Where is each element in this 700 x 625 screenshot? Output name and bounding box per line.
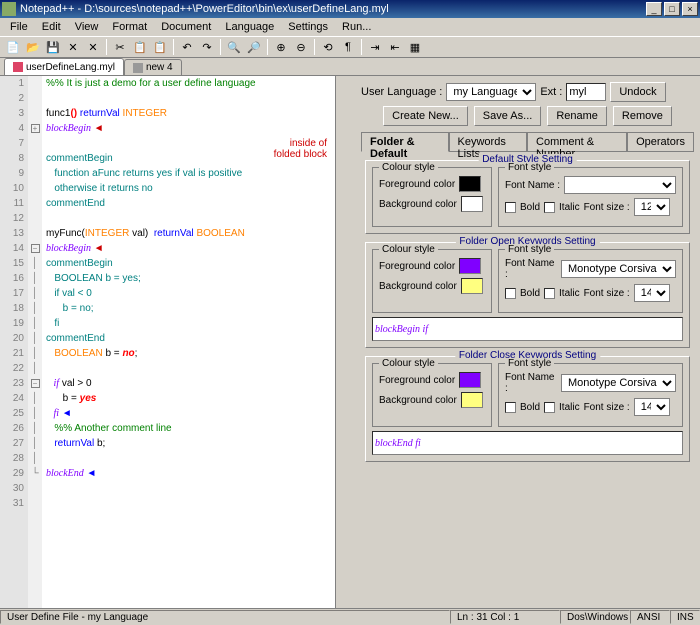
rename-button[interactable]: Rename bbox=[547, 106, 607, 126]
document-tabs: userDefineLang.myl new 4 bbox=[0, 58, 700, 76]
file-icon bbox=[133, 63, 143, 73]
fg-color-swatch[interactable] bbox=[459, 372, 481, 388]
close-button[interactable]: × bbox=[682, 2, 698, 16]
menu-view[interactable]: View bbox=[69, 19, 105, 35]
ext-input[interactable] bbox=[566, 83, 606, 101]
wrap-icon[interactable]: ¶ bbox=[339, 38, 357, 56]
find-icon[interactable]: 🔍 bbox=[225, 38, 243, 56]
bold-checkbox[interactable] bbox=[505, 402, 516, 413]
tab-comment[interactable]: Comment & Number bbox=[527, 132, 627, 151]
font-size-select[interactable]: 14 bbox=[634, 284, 670, 302]
tab-new4[interactable]: new 4 bbox=[124, 59, 182, 75]
fg-color-swatch[interactable] bbox=[459, 258, 481, 274]
menu-document[interactable]: Document bbox=[155, 19, 217, 35]
folder-close-group: Folder Close Keywords Setting Colour sty… bbox=[365, 356, 690, 462]
code-area[interactable]: %% It is just a demo for a user define l… bbox=[42, 76, 335, 608]
file-icon bbox=[13, 62, 23, 72]
menu-run[interactable]: Run... bbox=[336, 19, 377, 35]
vertical-scrollbar[interactable] bbox=[335, 76, 351, 608]
italic-checkbox[interactable] bbox=[544, 402, 555, 413]
paste-icon[interactable]: 📋 bbox=[151, 38, 169, 56]
menu-file[interactable]: File bbox=[4, 19, 34, 35]
tab-operators[interactable]: Operators bbox=[627, 132, 694, 151]
undock-button[interactable]: Undock bbox=[610, 82, 665, 102]
remove-button[interactable]: Remove bbox=[613, 106, 672, 126]
status-eol: Dos\Windows bbox=[560, 610, 630, 624]
menu-format[interactable]: Format bbox=[106, 19, 153, 35]
bold-checkbox[interactable] bbox=[505, 202, 516, 213]
font-name-select[interactable]: Monotype Corsiva bbox=[561, 374, 676, 392]
tab-folder-default[interactable]: Folder & Default bbox=[361, 132, 449, 152]
default-style-group: Default Style Setting Colour style Foreg… bbox=[365, 160, 690, 234]
tab-userdefinelang[interactable]: userDefineLang.myl bbox=[4, 58, 124, 75]
window-title: Notepad++ - D:\sources\notepad++\PowerEd… bbox=[20, 3, 644, 15]
sync-icon[interactable]: ⟲ bbox=[319, 38, 337, 56]
bg-color-swatch[interactable] bbox=[461, 392, 483, 408]
menu-bar: File Edit View Format Document Language … bbox=[0, 18, 700, 36]
language-select[interactable]: my Language bbox=[446, 83, 536, 101]
line-numbers: 1234789101112131415161718192021222324252… bbox=[0, 76, 28, 608]
zoomout-icon[interactable]: ⊖ bbox=[292, 38, 310, 56]
menu-edit[interactable]: Edit bbox=[36, 19, 67, 35]
open-keywords-input[interactable] bbox=[372, 317, 683, 341]
app-icon bbox=[2, 2, 16, 16]
menu-language[interactable]: Language bbox=[219, 19, 280, 35]
bold-checkbox[interactable] bbox=[505, 288, 516, 299]
save-icon[interactable]: 💾 bbox=[44, 38, 62, 56]
close-keywords-input[interactable] bbox=[372, 431, 683, 455]
status-position: Ln : 31 Col : 1 bbox=[450, 610, 560, 624]
userlang-icon[interactable]: ▦ bbox=[406, 38, 424, 56]
close-icon[interactable]: ✕ bbox=[64, 38, 82, 56]
copy-icon[interactable]: 📋 bbox=[131, 38, 149, 56]
tab-label: userDefineLang.myl bbox=[26, 62, 115, 73]
fg-color-swatch[interactable] bbox=[459, 176, 481, 192]
undo-icon[interactable]: ↶ bbox=[178, 38, 196, 56]
minimize-button[interactable]: _ bbox=[646, 2, 662, 16]
tab-label: new 4 bbox=[146, 62, 173, 73]
zoomin-icon[interactable]: ⊕ bbox=[272, 38, 290, 56]
closeall-icon[interactable]: ✕ bbox=[84, 38, 102, 56]
create-new-button[interactable]: Create New... bbox=[383, 106, 468, 126]
code-editor[interactable]: 1234789101112131415161718192021222324252… bbox=[0, 76, 355, 608]
italic-checkbox[interactable] bbox=[544, 202, 555, 213]
title-bar: Notepad++ - D:\sources\notepad++\PowerEd… bbox=[0, 0, 700, 18]
italic-checkbox[interactable] bbox=[544, 288, 555, 299]
status-mode: INS bbox=[670, 610, 700, 624]
font-size-select[interactable]: 14 bbox=[634, 398, 670, 416]
save-as-button[interactable]: Save As... bbox=[474, 106, 542, 126]
font-size-select[interactable]: 12 bbox=[634, 198, 670, 216]
folder-open-group: Folder Open Keywords Setting Colour styl… bbox=[365, 242, 690, 348]
annotation: inside offolded block bbox=[274, 138, 327, 160]
toolbar: 📄 📂 💾 ✕ ✕ ✂ 📋 📋 ↶ ↷ 🔍 🔎 ⊕ ⊖ ⟲ ¶ ⇥ ⇤ ▦ bbox=[0, 36, 700, 58]
status-bar: User Define File - my Language Ln : 31 C… bbox=[0, 608, 700, 624]
fold-margin[interactable]: +−││││││││−│││││└ bbox=[28, 76, 42, 608]
indent-icon[interactable]: ⇥ bbox=[366, 38, 384, 56]
bg-color-swatch[interactable] bbox=[461, 278, 483, 294]
font-name-select[interactable] bbox=[564, 176, 676, 194]
open-icon[interactable]: 📂 bbox=[24, 38, 42, 56]
menu-settings[interactable]: Settings bbox=[282, 19, 334, 35]
replace-icon[interactable]: 🔎 bbox=[245, 38, 263, 56]
tab-keywords[interactable]: Keywords Lists bbox=[449, 132, 528, 151]
user-language-label: User Language : bbox=[361, 86, 442, 98]
ext-label: Ext : bbox=[540, 86, 562, 98]
maximize-button[interactable]: □ bbox=[664, 2, 680, 16]
status-file: User Define File - my Language bbox=[0, 610, 450, 624]
outdent-icon[interactable]: ⇤ bbox=[386, 38, 404, 56]
status-encoding: ANSI bbox=[630, 610, 670, 624]
settings-tabs: Folder & Default Keywords Lists Comment … bbox=[361, 132, 694, 152]
font-name-select[interactable]: Monotype Corsiva bbox=[561, 260, 676, 278]
cut-icon[interactable]: ✂ bbox=[111, 38, 129, 56]
new-icon[interactable]: 📄 bbox=[4, 38, 22, 56]
bg-color-swatch[interactable] bbox=[461, 196, 483, 212]
user-define-panel: User Language : my Language Ext : Undock… bbox=[355, 76, 700, 608]
redo-icon[interactable]: ↷ bbox=[198, 38, 216, 56]
